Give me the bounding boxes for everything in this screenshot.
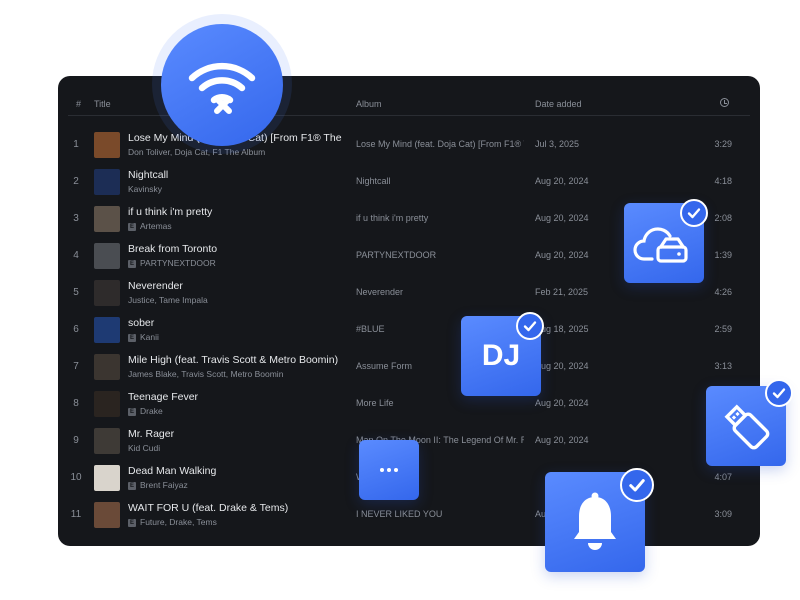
track-artist: E Brent Faiyaz <box>128 480 343 490</box>
album-art[interactable] <box>94 354 120 380</box>
track-title[interactable]: sober <box>128 317 343 329</box>
track-title[interactable]: Dead Man Walking <box>128 465 343 477</box>
date-added: Aug 20, 2024 <box>535 176 589 186</box>
track-artist: Justice, Tame Impala <box>128 295 343 305</box>
date-added: Aug 20, 2024 <box>535 213 589 223</box>
track-duration: 3:29 <box>714 139 732 149</box>
track-number: 9 <box>73 435 79 446</box>
wifi-off-badge <box>161 24 283 146</box>
artist-names[interactable]: Kanii <box>140 332 159 342</box>
album-art[interactable] <box>94 465 120 491</box>
album-art[interactable] <box>94 428 120 454</box>
track-duration: 4:26 <box>714 287 732 297</box>
header-title[interactable]: Title <box>94 99 111 109</box>
track-number: 3 <box>73 213 79 224</box>
track-artist: Kavinsky <box>128 184 343 194</box>
album-art[interactable] <box>94 243 120 269</box>
header-number: # <box>76 99 82 109</box>
track-artist: Kid Cudi <box>128 443 343 453</box>
table-row[interactable]: 8 Teenage Fever E Drake More Life Aug 20, 202… <box>58 385 760 422</box>
track-title[interactable]: if u think i'm pretty <box>128 206 343 218</box>
track-artist: James Blake, Travis Scott, Metro Boomin <box>128 369 343 379</box>
track-title[interactable]: Nightcall <box>128 169 343 181</box>
clock-icon[interactable] <box>720 98 729 107</box>
date-added: Jul 3, 2025 <box>535 139 580 149</box>
track-number: 4 <box>73 250 79 261</box>
artist-names[interactable]: Kavinsky <box>128 184 162 194</box>
wifi-off-icon <box>188 62 256 114</box>
date-added: Aug 20, 2024 <box>535 435 589 445</box>
artist-names[interactable]: Brent Faiyaz <box>140 480 188 490</box>
artist-names[interactable]: James Blake, Travis Scott, Metro Boomin <box>128 369 283 379</box>
track-number: 2 <box>73 176 79 187</box>
table-row[interactable]: 7 Mile High (feat. Travis Scott & Metro B… <box>58 348 760 385</box>
track-number: 11 <box>70 509 82 520</box>
track-number: 7 <box>73 361 79 372</box>
header-album[interactable]: Album <box>356 99 382 109</box>
more-dots-icon <box>380 468 398 472</box>
explicit-icon: E <box>128 223 136 231</box>
album-art[interactable] <box>94 206 120 232</box>
track-artist: E Kanii <box>128 332 343 342</box>
track-title[interactable]: Mile High (feat. Travis Scott & Metro Bo… <box>128 354 343 366</box>
album-art[interactable] <box>94 317 120 343</box>
explicit-icon: E <box>128 408 136 416</box>
check-icon <box>765 379 793 407</box>
check-icon <box>680 199 708 227</box>
track-artist: E Future, Drake, Tems <box>128 517 343 527</box>
track-album[interactable]: if u think i'm pretty <box>356 213 524 223</box>
artist-names[interactable]: Future, Drake, Tems <box>140 517 217 527</box>
date-added: Feb 21, 2025 <box>535 287 589 297</box>
track-number: 10 <box>70 472 82 483</box>
album-art[interactable] <box>94 132 120 158</box>
date-added: Aug 20, 2024 <box>535 398 589 408</box>
album-art[interactable] <box>94 502 120 528</box>
date-added: Aug 20, 2024 <box>535 250 589 260</box>
track-title[interactable]: Teenage Fever <box>128 391 343 403</box>
explicit-icon: E <box>128 334 136 342</box>
artist-names[interactable]: Kid Cudi <box>128 443 160 453</box>
track-title[interactable]: Break from Toronto <box>128 243 343 255</box>
explicit-icon: E <box>128 519 136 527</box>
track-duration: 4:18 <box>714 176 732 186</box>
track-number: 8 <box>73 398 79 409</box>
artist-names[interactable]: Drake <box>140 406 163 416</box>
track-album[interactable]: Nightcall <box>356 176 524 186</box>
header-date-added[interactable]: Date added <box>535 99 582 109</box>
more-options-tile[interactable] <box>359 440 419 500</box>
track-album[interactable]: I NEVER LIKED YOU <box>356 509 524 519</box>
artist-names[interactable]: PARTYNEXTDOOR <box>140 258 216 268</box>
table-row[interactable]: 6 sober E Kanii #BLUE Aug 18, 2025 2:59 <box>58 311 760 348</box>
track-artist: E Artemas <box>128 221 343 231</box>
track-duration: 3:09 <box>714 509 732 519</box>
track-duration: 3:13 <box>714 361 732 371</box>
track-title[interactable]: Neverender <box>128 280 343 292</box>
track-title[interactable]: WAIT FOR U (feat. Drake & Tems) <box>128 502 343 514</box>
track-number: 6 <box>73 324 79 335</box>
table-row[interactable]: 2 Nightcall Kavinsky Nightcall Aug 20, 2024 4… <box>58 163 760 200</box>
album-art[interactable] <box>94 169 120 195</box>
album-art[interactable] <box>94 391 120 417</box>
track-album[interactable]: PARTYNEXTDOOR <box>356 250 524 260</box>
track-album[interactable]: Neverender <box>356 287 524 297</box>
track-number: 1 <box>73 139 79 150</box>
track-title[interactable]: Mr. Rager <box>128 428 343 440</box>
track-artist: E PARTYNEXTDOOR <box>128 258 343 268</box>
track-album[interactable]: Lose My Mind (feat. Doja Cat) [From F1® … <box>356 139 524 149</box>
track-album[interactable]: More Life <box>356 398 524 408</box>
check-icon <box>620 468 654 502</box>
album-art[interactable] <box>94 280 120 306</box>
artist-names[interactable]: Artemas <box>140 221 172 231</box>
date-added: Aug 20, 2024 <box>535 361 589 371</box>
table-row[interactable]: 11 WAIT FOR U (feat. Drake & Tems) E Future… <box>58 496 760 533</box>
artist-names[interactable]: Justice, Tame Impala <box>128 295 208 305</box>
track-artist: E Drake <box>128 406 343 416</box>
explicit-icon: E <box>128 260 136 268</box>
check-icon <box>516 312 544 340</box>
track-duration: 2:59 <box>714 324 732 334</box>
explicit-icon: E <box>128 482 136 490</box>
track-number: 5 <box>73 287 79 298</box>
track-duration: 4:07 <box>714 472 732 482</box>
